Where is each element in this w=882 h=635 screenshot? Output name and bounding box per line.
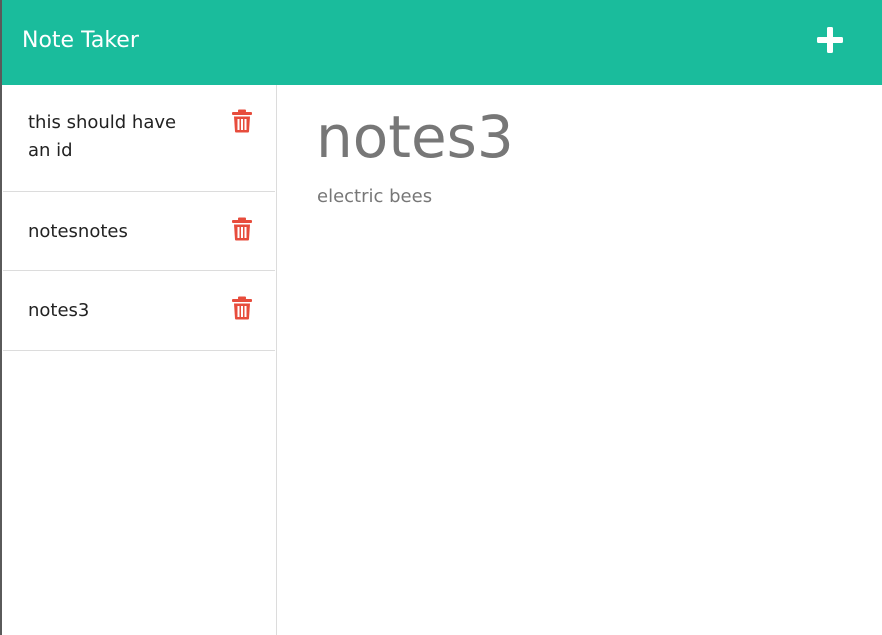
list-item[interactable]: notesnotes bbox=[3, 192, 275, 271]
list-item[interactable]: notes3 bbox=[3, 271, 275, 351]
note-item-title: notesnotes bbox=[28, 221, 128, 242]
notes-list: this should have an id notesnotes notes3 bbox=[2, 85, 277, 635]
new-note-button[interactable] bbox=[814, 24, 846, 56]
note-item-title: this should have an id bbox=[28, 112, 177, 161]
note-item-title: notes3 bbox=[28, 300, 90, 321]
plus-icon bbox=[817, 27, 843, 53]
note-text[interactable]: electric bees bbox=[317, 185, 432, 209]
note-detail: notes3 electric bees bbox=[278, 85, 882, 635]
app-window: Note Taker this should have an id notesn… bbox=[0, 0, 882, 635]
navbar: Note Taker bbox=[2, 0, 882, 85]
trash-icon bbox=[232, 296, 252, 320]
list-item[interactable]: this should have an id bbox=[3, 85, 275, 192]
note-title[interactable]: notes3 bbox=[316, 103, 514, 171]
brand-title[interactable]: Note Taker bbox=[22, 26, 139, 56]
trash-icon bbox=[232, 109, 252, 133]
delete-note-button[interactable] bbox=[231, 109, 253, 133]
delete-note-button[interactable] bbox=[231, 217, 253, 241]
trash-icon bbox=[232, 217, 252, 241]
delete-note-button[interactable] bbox=[231, 296, 253, 320]
